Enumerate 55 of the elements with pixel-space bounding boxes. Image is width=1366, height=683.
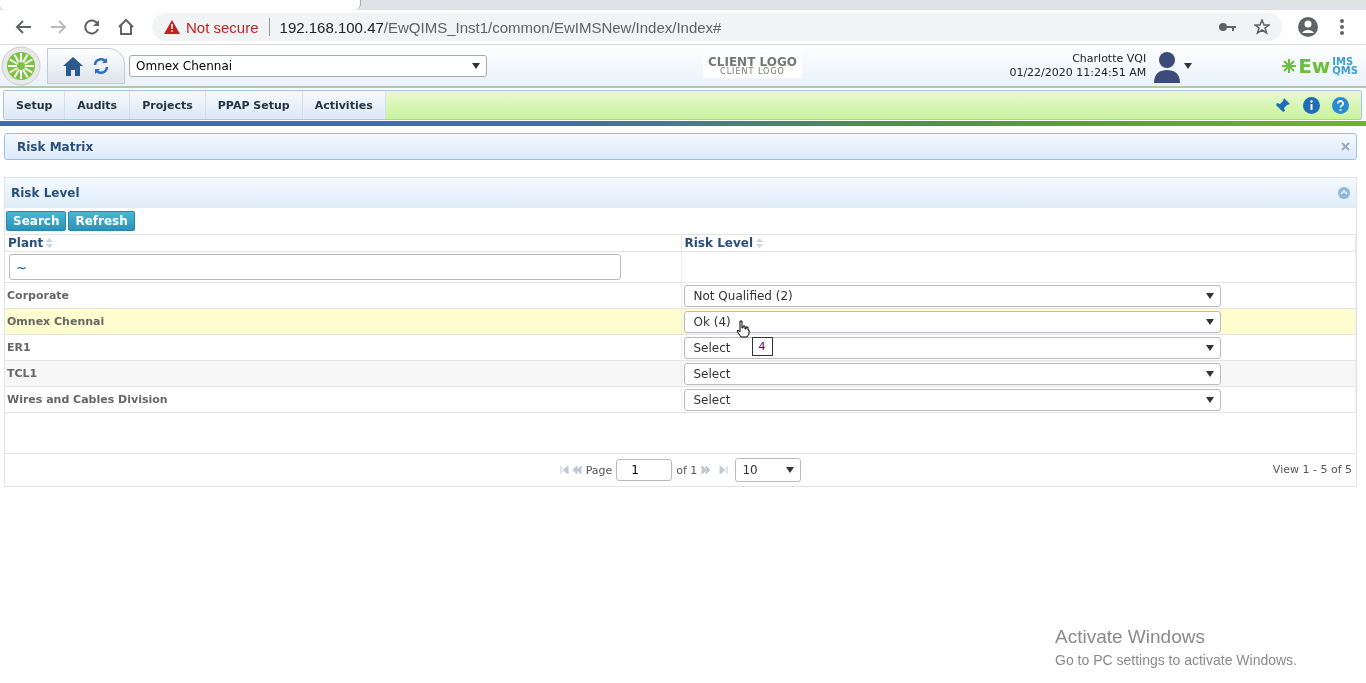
caret-icon: [472, 62, 480, 69]
plant-cell: TCL1: [7, 367, 38, 380]
plant-cell: Corporate: [7, 289, 70, 302]
plant-dropdown[interactable]: Omnex Chennai: [129, 54, 487, 77]
plant-cell: Omnex Chennai: [7, 315, 105, 328]
info-icon[interactable]: [1303, 96, 1320, 114]
caret-icon: [1184, 62, 1193, 69]
activation-text: Go to PC settings to activate Windows.: [1055, 652, 1297, 668]
column-header[interactable]: Risk Level: [684, 236, 753, 250]
home-icon[interactable]: [62, 54, 84, 77]
caret-icon: [786, 467, 795, 473]
help-icon[interactable]: [1332, 96, 1349, 114]
risk-dropdown[interactable]: Not Qualified (2): [683, 284, 1221, 307]
warning-icon: [164, 20, 180, 34]
plant-cell: ER1: [7, 341, 31, 354]
filter-field[interactable]: ~: [9, 254, 621, 280]
pin-icon[interactable]: [1275, 97, 1291, 113]
url-host: 192.168.100.47: [279, 18, 384, 36]
address-bar[interactable]: Not secure 192.168.100.47/EwQIMS_Inst1/common/EwIMSNew/Index/Index#: [152, 13, 1282, 41]
star-icon[interactable]: [1254, 19, 1270, 35]
security-label: Not secure: [186, 18, 259, 36]
caret-icon: [1205, 318, 1214, 325]
asterisk-icon: [1282, 58, 1297, 73]
date-time: 01/22/2020 11:24:51 AM: [1009, 65, 1147, 79]
menu-tab[interactable]: PPAP Setup: [205, 91, 303, 119]
page-title: Risk Matrix: [17, 139, 94, 154]
caret-icon: [1205, 396, 1214, 403]
key-icon[interactable]: [1218, 22, 1236, 32]
menu-tab[interactable]: Activities: [302, 91, 386, 119]
page-count: of 1: [676, 463, 698, 477]
user-name: Charlotte VQI: [1072, 51, 1147, 65]
menu-tab[interactable]: Setup: [4, 91, 66, 119]
menu-tab[interactable]: Projects: [130, 91, 206, 119]
menu-tab[interactable]: Audits: [65, 91, 131, 119]
caret-icon: [1205, 344, 1214, 351]
url-path: /EwQIMS_Inst1/common/EwIMSNew/Index/Index#: [383, 18, 722, 36]
activation-title: Activate Windows: [1055, 626, 1206, 648]
column-header[interactable]: Plant: [8, 236, 44, 250]
risk-dropdown[interactable]: Ok (4): [683, 310, 1221, 333]
refresh-icon[interactable]: [92, 56, 110, 75]
panel-title: Risk Level: [11, 186, 80, 200]
tooltip: 4: [751, 336, 773, 356]
page-size-dropdown[interactable]: 10: [735, 458, 802, 482]
table-row[interactable]: Corporate Not Qualified (2): [5, 282, 1356, 309]
plant-cell: Wires and Cables Division: [7, 393, 168, 406]
table-row[interactable]: Wires and Cables Division Select: [5, 386, 1356, 413]
risk-dropdown[interactable]: Select: [683, 362, 1221, 385]
caret-icon: [1205, 370, 1214, 377]
hand-cursor-icon: [735, 319, 750, 338]
page-label: Page: [585, 463, 613, 477]
risk-dropdown[interactable]: Select: [683, 388, 1221, 411]
client-logo: CLIENT LOGO CLIENT LOGO: [703, 53, 802, 78]
page-field[interactable]: 1: [616, 459, 673, 481]
caret-icon: [1205, 292, 1214, 299]
record-count: View 1 - 5 of 5: [1272, 463, 1352, 476]
